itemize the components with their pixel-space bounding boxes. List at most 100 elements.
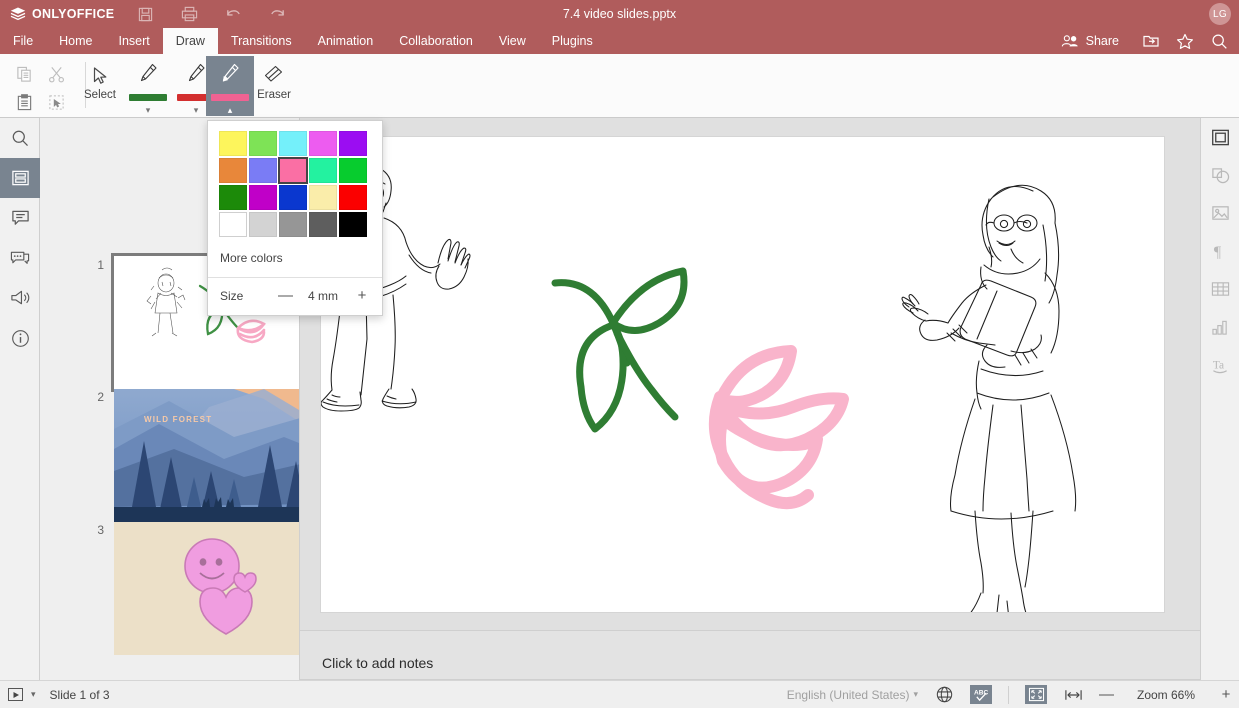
highlighter-pen-icon [219, 56, 241, 86]
share-button[interactable]: Share [1052, 31, 1127, 51]
app-logo: ONLYOFFICE [0, 7, 120, 21]
chevron-down-icon[interactable]: ▾ [194, 106, 199, 115]
color-swatch-blue[interactable] [279, 185, 307, 210]
slide-editor-area[interactable]: ▲ ▼ [300, 118, 1239, 630]
clipboard-group [6, 56, 78, 116]
eraser-icon [262, 56, 286, 86]
thumbnail-number: 3 [88, 523, 104, 537]
spellcheck-icon[interactable]: ABC [970, 685, 992, 704]
paste-icon[interactable] [10, 88, 38, 116]
zoom-level-label[interactable]: Zoom 66% [1129, 688, 1203, 702]
zoom-in-button[interactable]: + [1219, 686, 1233, 703]
color-swatch-orange[interactable] [219, 158, 247, 183]
cut-icon[interactable] [42, 60, 70, 88]
slide-counter: Slide 1 of 3 [50, 688, 110, 702]
thumbnail-2-title: WILD FOREST [144, 415, 212, 424]
color-swatch-pink-selected[interactable] [279, 158, 307, 183]
color-swatch-purple[interactable] [249, 185, 277, 210]
language-label[interactable]: English (United States) [787, 688, 910, 702]
tool-select[interactable]: Select [76, 56, 124, 116]
tab-transitions[interactable]: Transitions [218, 28, 305, 54]
color-swatch-violet[interactable] [339, 131, 367, 156]
tool-pen-pink[interactable]: ▴ [206, 56, 254, 116]
select-all-icon[interactable] [42, 88, 70, 116]
color-swatch-yellow[interactable] [219, 131, 247, 156]
status-divider [1008, 686, 1009, 704]
color-swatch-red[interactable] [339, 185, 367, 210]
color-swatch-dark-green[interactable] [219, 185, 247, 210]
image-settings-icon[interactable] [1201, 194, 1239, 232]
color-swatch-dark-gray[interactable] [309, 212, 337, 237]
fit-to-slide-icon[interactable] [1025, 685, 1047, 704]
fit-to-width-icon[interactable] [1063, 685, 1083, 705]
color-swatch-periwinkle[interactable] [249, 158, 277, 183]
tab-animation[interactable]: Animation [305, 28, 387, 54]
thumbnail-slide-3[interactable] [114, 522, 300, 655]
tab-view[interactable]: View [486, 28, 539, 54]
redo-icon[interactable] [268, 5, 286, 23]
search-icon[interactable] [1209, 31, 1229, 51]
sidebar-item-slides[interactable] [0, 158, 40, 198]
status-bar: ▾ Slide 1 of 3 English (United States) ▾… [0, 680, 1239, 708]
pen-color-popup[interactable]: More colors Size — 4 mm + [207, 120, 383, 316]
copy-icon[interactable] [10, 60, 38, 88]
pen-icon [185, 56, 207, 86]
cursor-arrow-icon [91, 56, 109, 86]
open-file-location-icon[interactable] [1141, 31, 1161, 51]
color-swatch-gray[interactable] [279, 212, 307, 237]
paragraph-settings-icon[interactable]: ¶ [1201, 232, 1239, 270]
tool-pen-green[interactable]: ▾ [124, 56, 172, 116]
thumbnail-slide-2[interactable]: WILD FOREST [114, 389, 300, 522]
color-swatch-mint[interactable] [309, 158, 337, 183]
color-swatch-black[interactable] [339, 212, 367, 237]
chevron-down-icon[interactable]: ▾ [146, 106, 151, 115]
color-swatch-magenta[interactable] [309, 131, 337, 156]
tab-insert[interactable]: Insert [106, 28, 163, 54]
sidebar-item-feedback[interactable] [0, 278, 40, 318]
tab-home[interactable]: Home [46, 28, 105, 54]
globe-icon[interactable] [934, 685, 954, 705]
pen-size-value: 4 mm [304, 289, 342, 303]
notes-pane[interactable]: Click to add notes [300, 630, 1239, 680]
pen-size-increase-button[interactable]: + [356, 290, 368, 302]
color-swatch-light-gray[interactable] [249, 212, 277, 237]
color-swatch-cyan[interactable] [279, 131, 307, 156]
pen-size-decrease-button[interactable]: — [278, 290, 290, 302]
sidebar-item-chat[interactable] [0, 238, 40, 278]
color-swatch-light-green[interactable] [249, 131, 277, 156]
sidebar-item-comments[interactable] [0, 198, 40, 238]
current-slide-canvas[interactable] [320, 136, 1165, 613]
table-settings-icon[interactable] [1201, 270, 1239, 308]
share-label: Share [1086, 34, 1119, 48]
language-chevron-icon[interactable]: ▾ [913, 689, 918, 700]
tab-draw[interactable]: Draw [163, 28, 218, 54]
chevron-up-icon[interactable]: ▴ [228, 106, 233, 115]
user-avatar[interactable]: LG [1209, 3, 1231, 25]
sidebar-item-search[interactable] [0, 118, 40, 158]
undo-icon[interactable] [224, 5, 242, 23]
textart-settings-icon[interactable]: Ta [1201, 346, 1239, 384]
print-icon[interactable] [180, 5, 198, 23]
slideshow-options-chevron-icon[interactable]: ▾ [31, 689, 36, 700]
slide-settings-icon[interactable] [1201, 118, 1239, 156]
pen-pink-color-swatch [211, 94, 249, 101]
tab-plugins[interactable]: Plugins [539, 28, 606, 54]
color-swatch-green[interactable] [339, 158, 367, 183]
zoom-out-button[interactable]: — [1099, 686, 1113, 703]
thumbnail-number: 2 [88, 390, 104, 404]
tab-collaboration[interactable]: Collaboration [386, 28, 486, 54]
save-icon[interactable] [136, 5, 154, 23]
shape-settings-icon[interactable] [1201, 156, 1239, 194]
color-swatch-cream[interactable] [309, 185, 337, 210]
pen-size-label: Size [220, 289, 278, 303]
tab-file[interactable]: File [0, 28, 46, 54]
chart-settings-icon[interactable] [1201, 308, 1239, 346]
color-swatch-grid[interactable] [208, 121, 382, 243]
color-swatch-white[interactable] [219, 212, 247, 237]
more-colors-button[interactable]: More colors [208, 243, 382, 278]
draw-toolbar: Select ▾ ▾ ▴ Eraser [0, 54, 1239, 118]
favorite-star-icon[interactable] [1175, 31, 1195, 51]
start-slideshow-icon[interactable] [8, 688, 23, 701]
tool-eraser[interactable]: Eraser [250, 56, 298, 116]
sidebar-item-about[interactable] [0, 318, 40, 358]
